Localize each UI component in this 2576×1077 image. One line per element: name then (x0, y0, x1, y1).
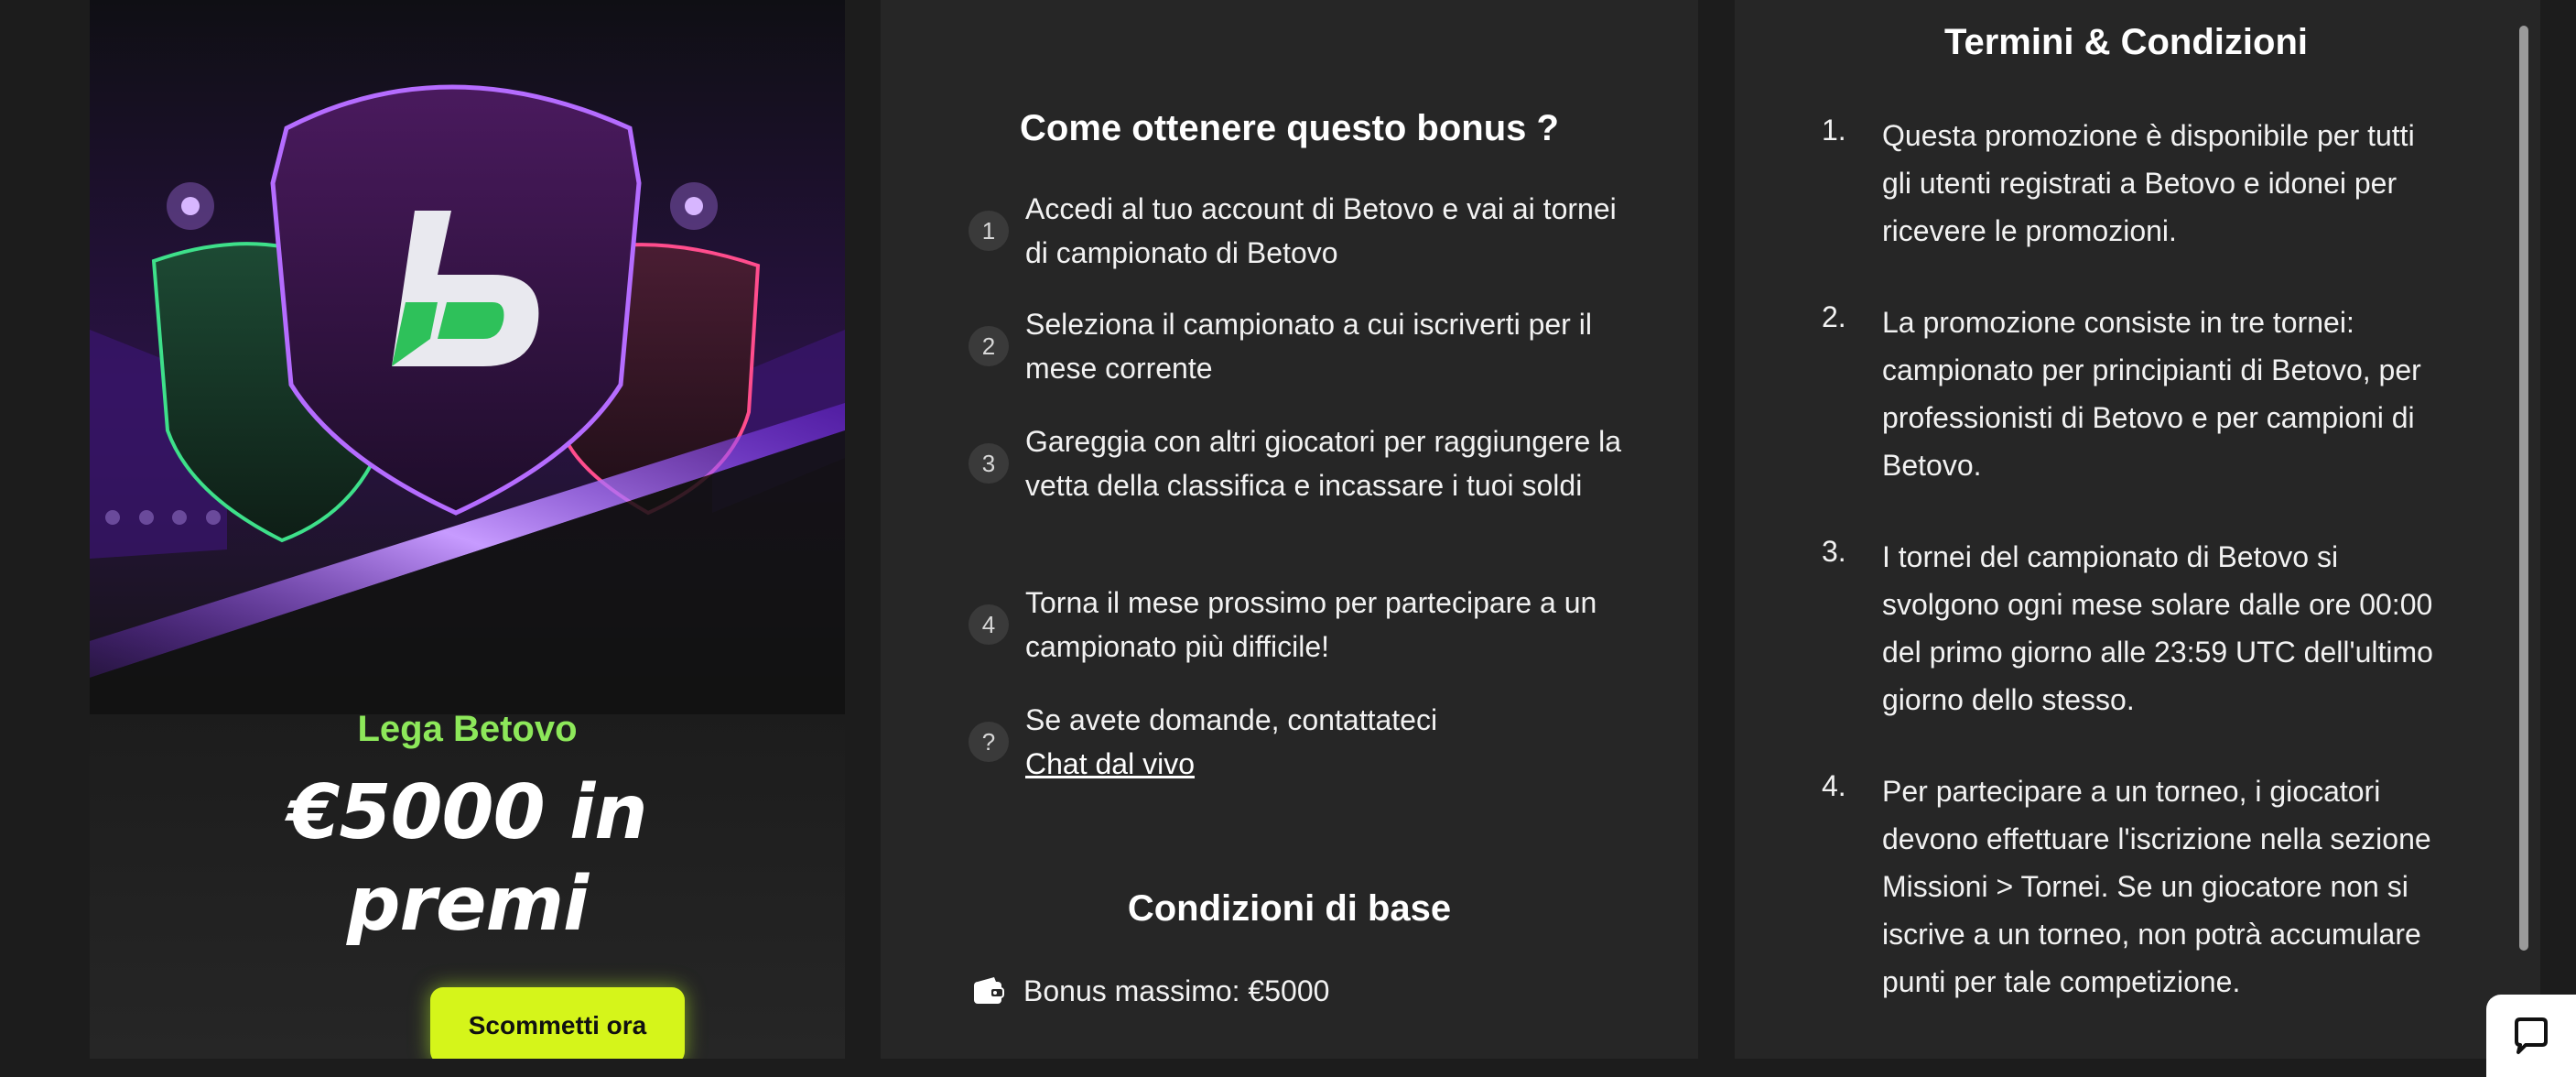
promo-card: Lega Betovo €5000 in premi Scommetti ora (90, 0, 845, 1059)
step-number: 3 (969, 443, 1009, 484)
term-number: 1. (1822, 114, 1846, 147)
chat-widget-button[interactable] (2486, 995, 2576, 1077)
step-number: 4 (969, 604, 1009, 645)
term-item: 3. I tornei del campionato di Betovo si … (1822, 533, 2444, 723)
term-text: Per partecipare a un torneo, i giocatori… (1882, 775, 2431, 998)
wallet-icon (974, 976, 1004, 1004)
help-number: ? (969, 722, 1009, 762)
term-number: 3. (1822, 535, 1846, 568)
term-item: 2. La promozione consiste in tre tornei:… (1822, 299, 2444, 489)
step-text: Accedi al tuo account di Betovo e vai ai… (1025, 192, 1617, 269)
promo-banner-image (90, 0, 845, 714)
step-number: 1 (969, 211, 1009, 251)
max-bonus-item: Bonus massimo: €5000 (972, 974, 1329, 1008)
step-text: Torna il mese prossimo per partecipare a… (1025, 586, 1597, 663)
step-item: 4 Torna il mese prossimo per partecipare… (969, 581, 1628, 669)
term-number: 4. (1822, 769, 1846, 802)
promo-prize-line1: €5000 in (287, 769, 647, 856)
help-text: Se avete domande, contattateci (1025, 703, 1438, 736)
promo-brand-title: Lega Betovo (357, 709, 578, 749)
term-item: 4. Per partecipare a un torneo, i giocat… (1822, 767, 2444, 1006)
base-conditions-title: Condizioni di base (1127, 888, 1452, 929)
promo-prize-line2: premi (346, 861, 589, 948)
term-text: La promozione consiste in tre tornei: ca… (1882, 306, 2421, 482)
help-item: ? Se avete domande, contattateci Chat da… (969, 698, 1628, 786)
step-text: Seleziona il campionato a cui iscriverti… (1025, 308, 1592, 385)
chat-bubble-icon (2515, 1017, 2548, 1054)
step-item: 1 Accedi al tuo account di Betovo e vai … (969, 187, 1628, 275)
term-number: 2. (1822, 300, 1846, 333)
bet-now-button[interactable]: Scommetti ora (430, 987, 685, 1059)
how-to-get-bonus-card: Come ottenere questo bonus ? 1 Accedi al… (881, 0, 1698, 1059)
step-item: 2 Seleziona il campionato a cui iscriver… (969, 302, 1628, 390)
step-text: Gareggia con altri giocatori per raggiun… (1025, 425, 1622, 502)
step-item: 3 Gareggia con altri giocatori per raggi… (969, 419, 1628, 507)
term-item: 1. Questa promozione è disponibile per t… (1822, 112, 2444, 255)
help-text-block: Se avete domande, contattateci Chat dal … (1025, 698, 1437, 786)
terms-title: Termini & Condizioni (1943, 22, 2308, 62)
max-bonus-text: Bonus massimo: €5000 (1023, 974, 1330, 1007)
step-number: 2 (969, 326, 1009, 366)
live-chat-link[interactable]: Chat dal vivo (1025, 742, 1437, 786)
terms-card: Termini & Condizioni 1. Questa promozion… (1735, 0, 2540, 1059)
term-text: I tornei del campionato di Betovo si svo… (1882, 540, 2433, 716)
terms-scrollbar[interactable] (2519, 26, 2528, 951)
how-to-title: Come ottenere questo bonus ? (1020, 108, 1559, 148)
promo-prize-amount: €5000 in premi (90, 767, 845, 951)
term-text: Questa promozione è disponibile per tutt… (1882, 119, 2415, 247)
